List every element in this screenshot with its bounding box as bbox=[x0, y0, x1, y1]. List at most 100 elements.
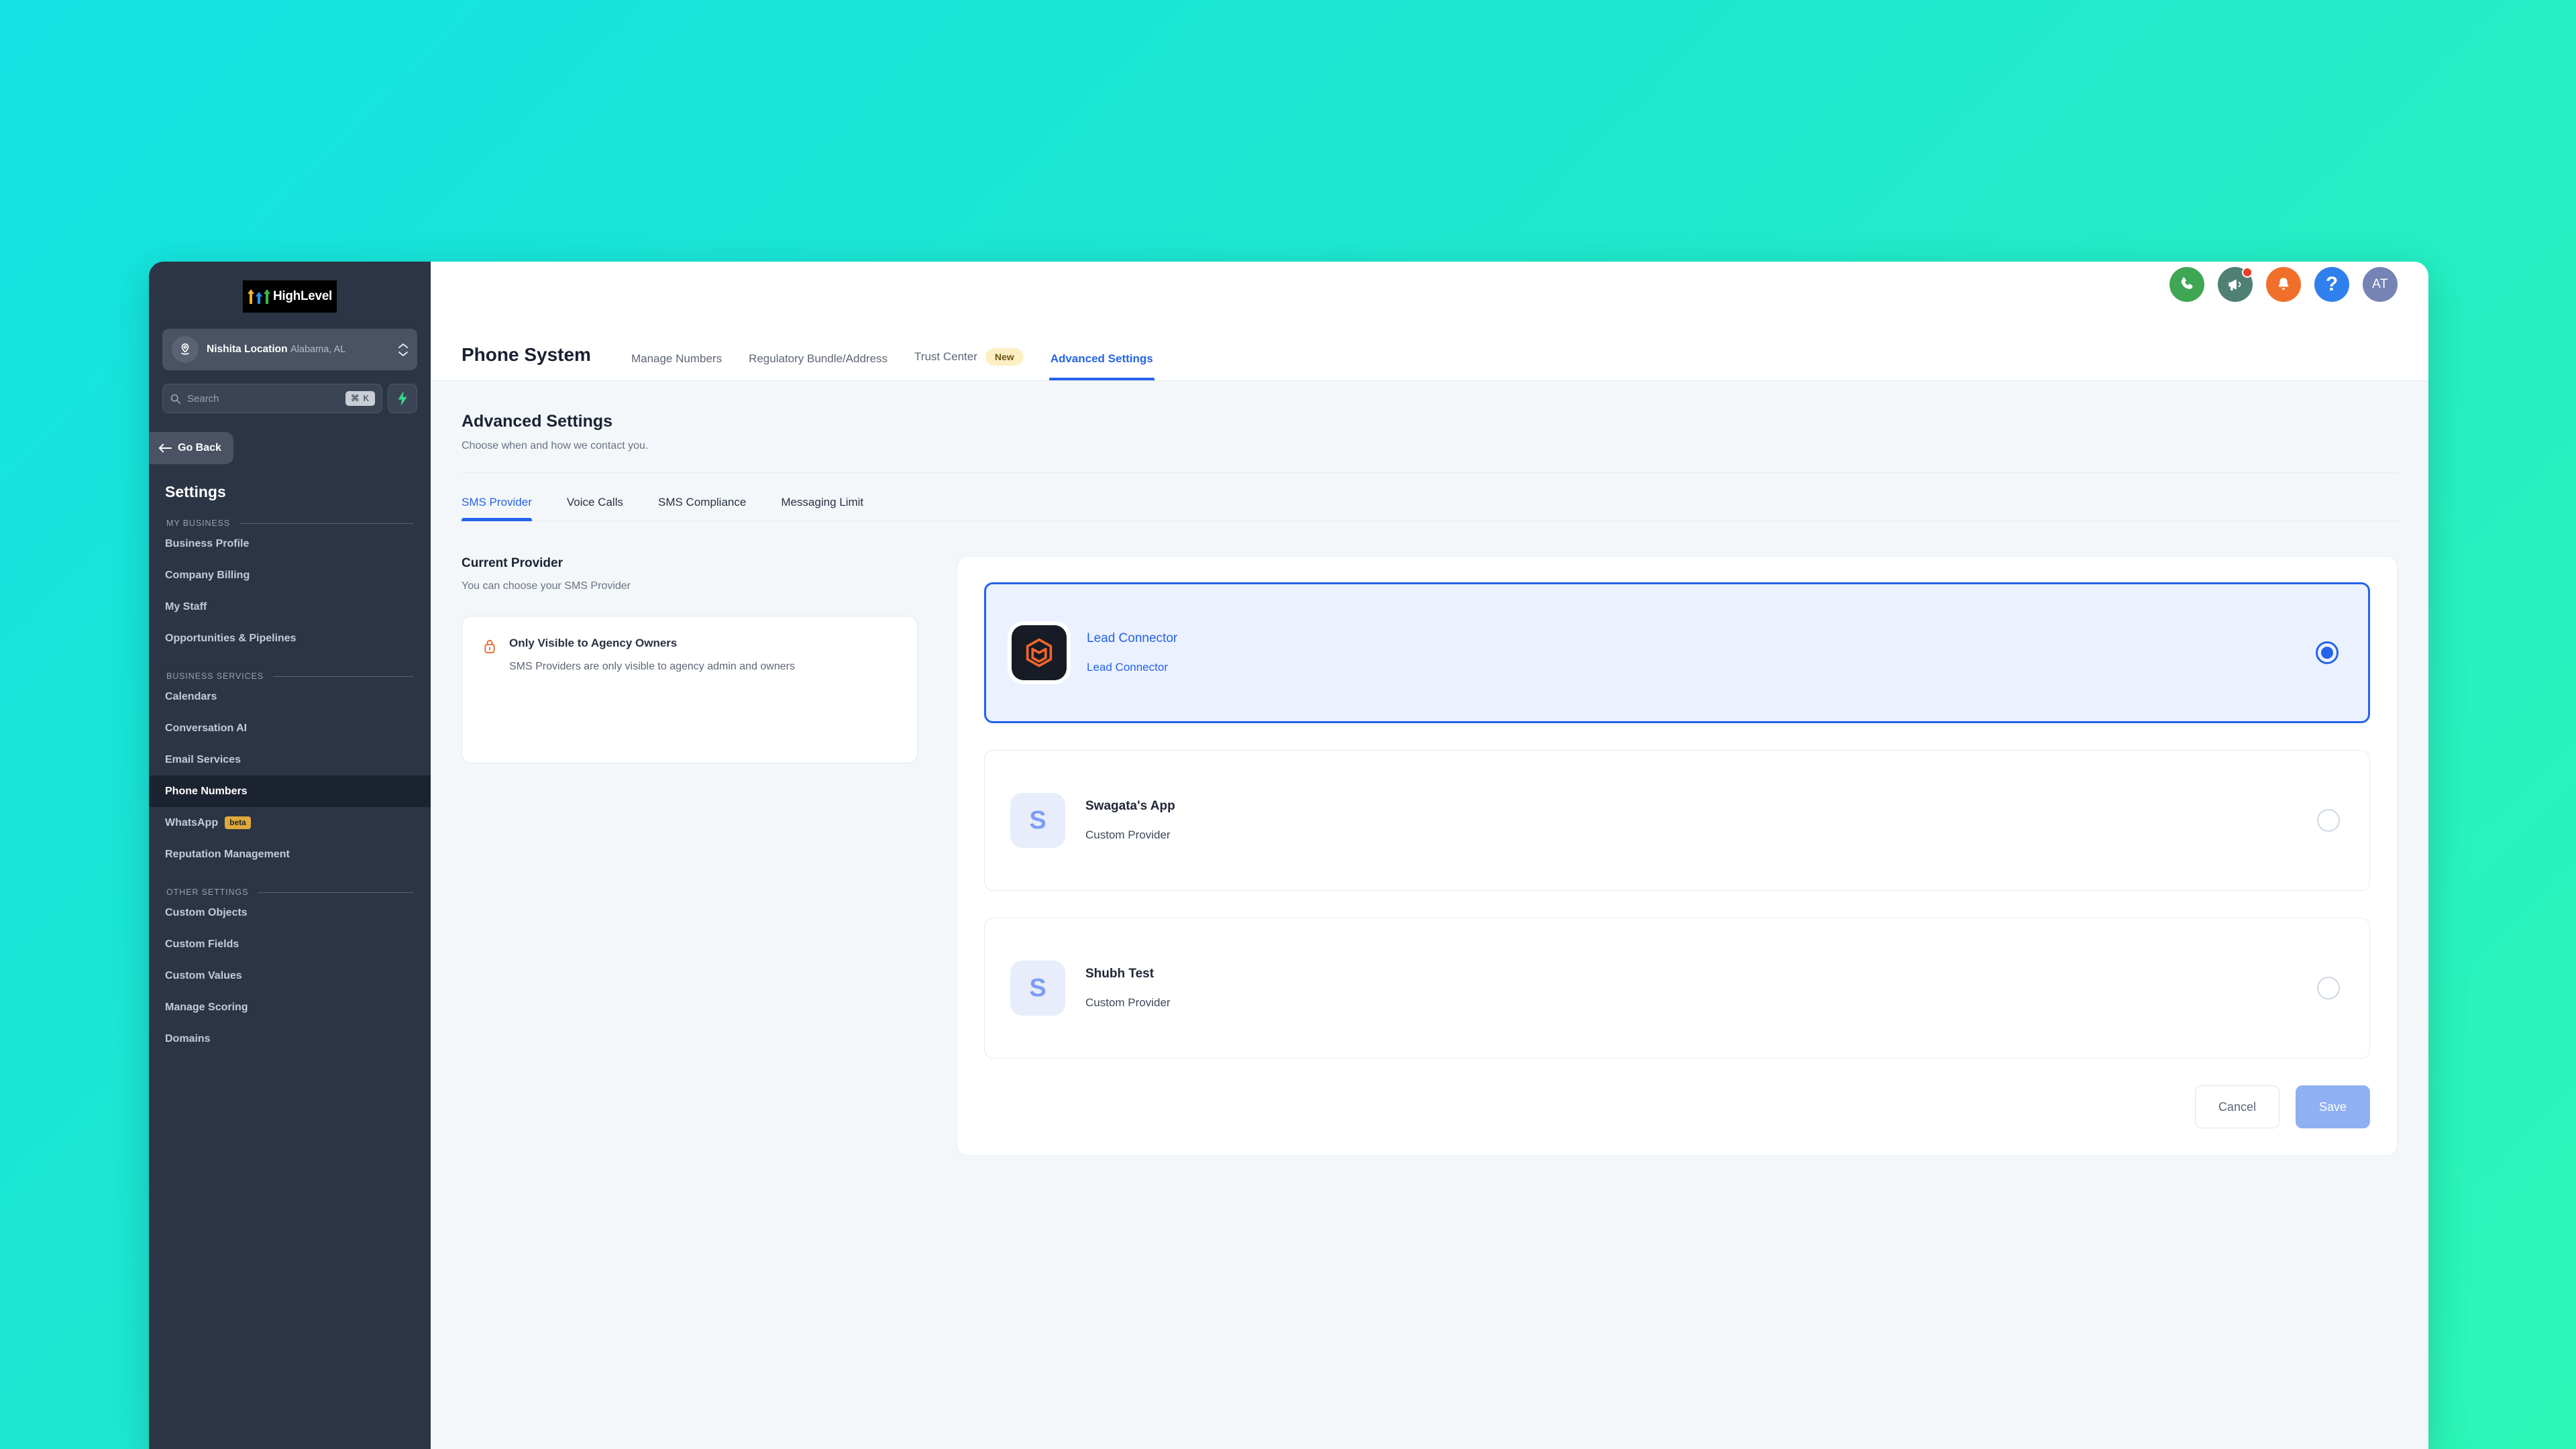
tab-manage-numbers[interactable]: Manage Numbers bbox=[618, 352, 735, 380]
nav-group-label-text: MY BUSINESS bbox=[166, 519, 231, 528]
provider-radio[interactable] bbox=[2317, 809, 2340, 832]
sidebar-item-company-billing[interactable]: Company Billing bbox=[149, 559, 431, 591]
sidebar-item-custom-values[interactable]: Custom Values bbox=[149, 960, 431, 991]
provider-name: Lead Connector bbox=[1087, 631, 1178, 645]
subtab-messaging-limit[interactable]: Messaging Limit bbox=[781, 488, 863, 521]
provider-type: Custom Provider bbox=[1085, 828, 1171, 841]
subtab-sms-provider[interactable]: SMS Provider bbox=[462, 488, 532, 521]
location-switcher[interactable]: Nishita Location Alabama, AL bbox=[162, 329, 417, 370]
provider-texts: Shubh Test Custom Provider bbox=[1085, 967, 2297, 1010]
provider-radio[interactable] bbox=[2317, 977, 2340, 1000]
provider-name: Shubh Test bbox=[1085, 967, 1155, 981]
sidebar-item-custom-objects[interactable]: Custom Objects bbox=[149, 897, 431, 928]
search-input[interactable]: Search ⌘ K bbox=[162, 384, 382, 413]
page-body: Advanced Settings Choose when and how we… bbox=[431, 381, 2428, 1449]
tab-label: Manage Numbers bbox=[631, 352, 722, 365]
provider-layout: Current Provider You can choose your SMS… bbox=[462, 556, 2398, 1156]
arrow-left-icon bbox=[158, 443, 172, 453]
settings-subtabs: SMS Provider Voice Calls SMS Compliance Mes… bbox=[462, 488, 2398, 521]
sidebar-item-label: Phone Numbers bbox=[165, 785, 248, 797]
bell-icon[interactable] bbox=[2266, 267, 2301, 302]
radio-inner-dot bbox=[2321, 647, 2333, 659]
current-provider-title: Current Provider bbox=[462, 556, 563, 570]
topbar: ? AT bbox=[431, 262, 2428, 307]
go-back-wrap: Go Back bbox=[149, 413, 431, 464]
highlevel-arrows-icon bbox=[247, 289, 270, 304]
sidebar-item-email-services[interactable]: Email Services bbox=[149, 744, 431, 775]
sidebar-item-my-staff[interactable]: My Staff bbox=[149, 591, 431, 623]
sidebar-item-opportunities-pipelines[interactable]: Opportunities & Pipelines bbox=[149, 623, 431, 654]
sidebar-item-label: Conversation AI bbox=[165, 722, 248, 734]
save-button[interactable]: Save bbox=[2295, 1085, 2370, 1128]
provider-type: Lead Connector bbox=[1087, 661, 1168, 674]
page-subtitle: Choose when and how we contact you. bbox=[462, 440, 649, 451]
provider-texts: Swagata's App Custom Provider bbox=[1085, 799, 2297, 842]
go-back-button[interactable]: Go Back bbox=[149, 432, 233, 464]
sidebar-item-conversation-ai[interactable]: Conversation AI bbox=[149, 712, 431, 744]
phone-system-tabs: Phone System Manage Numbers Regulatory Bu… bbox=[431, 307, 2428, 381]
tab-advanced-settings[interactable]: Advanced Settings bbox=[1037, 352, 1167, 380]
sidebar-item-label: Manage Scoring bbox=[165, 1001, 248, 1013]
avatar[interactable]: AT bbox=[2363, 267, 2398, 302]
sidebar-item-label: Domains bbox=[165, 1032, 211, 1044]
tab-label: Regulatory Bundle/Address bbox=[749, 352, 888, 365]
provider-avatar: S bbox=[1010, 793, 1065, 848]
provider-avatar-letter: S bbox=[1029, 806, 1046, 835]
cancel-button[interactable]: Cancel bbox=[2194, 1085, 2279, 1128]
sidebar-item-manage-scoring[interactable]: Manage Scoring bbox=[149, 991, 431, 1023]
current-provider-subtitle: You can choose your SMS Provider bbox=[462, 580, 631, 592]
phone-icon[interactable] bbox=[2169, 267, 2204, 302]
beta-badge: beta bbox=[225, 816, 251, 830]
nav-group-label: OTHER SETTINGS bbox=[149, 870, 431, 897]
sidebar-item-label: Company Billing bbox=[165, 569, 250, 581]
lock-icon bbox=[482, 638, 497, 743]
tab-label: Trust Center bbox=[914, 350, 977, 363]
sidebar-item-label: Custom Objects bbox=[165, 906, 248, 918]
content-area: ? AT Phone System Manage Numbers Regulato… bbox=[431, 262, 2428, 1449]
search-icon bbox=[170, 393, 181, 405]
ai-assistant-button[interactable] bbox=[388, 384, 417, 413]
new-badge: New bbox=[985, 348, 1024, 366]
sidebar-item-whatsapp[interactable]: WhatsApp beta bbox=[149, 807, 431, 839]
sidebar-item-reputation-management[interactable]: Reputation Management bbox=[149, 839, 431, 870]
subtab-sms-compliance[interactable]: SMS Compliance bbox=[658, 488, 746, 521]
sidebar-item-custom-fields[interactable]: Custom Fields bbox=[149, 928, 431, 960]
provider-row[interactable]: S Swagata's App Custom Provider bbox=[984, 750, 2370, 891]
sidebar-item-label: Business Profile bbox=[165, 537, 250, 549]
highlevel-logo-box: HighLevel bbox=[243, 280, 337, 313]
sidebar-item-label: Calendars bbox=[165, 690, 217, 702]
current-provider-panel: Current Provider You can choose your SMS… bbox=[462, 556, 918, 1156]
top-tab-list: Manage Numbers Regulatory Bundle/Address T… bbox=[618, 348, 1167, 380]
provider-list: Lead Connector Lead Connector S Swagata's A… bbox=[984, 582, 2370, 1059]
sidebar-nav: MY BUSINESS Business Profile Company Billi… bbox=[149, 501, 431, 1055]
nav-group-rule bbox=[258, 892, 413, 893]
divider bbox=[462, 472, 2398, 473]
provider-type: Custom Provider bbox=[1085, 996, 1171, 1009]
help-icon[interactable]: ? bbox=[2314, 267, 2349, 302]
sidebar-item-business-profile[interactable]: Business Profile bbox=[149, 528, 431, 559]
sidebar-item-label: Email Services bbox=[165, 753, 241, 765]
tab-regulatory-bundle-address[interactable]: Regulatory Bundle/Address bbox=[735, 352, 901, 380]
provider-name: Swagata's App bbox=[1085, 799, 1175, 813]
subtab-voice-calls[interactable]: Voice Calls bbox=[567, 488, 623, 521]
sidebar-item-label: My Staff bbox=[165, 600, 207, 612]
provider-row[interactable]: Lead Connector Lead Connector bbox=[984, 582, 2370, 723]
settings-title: Settings bbox=[165, 483, 226, 500]
notice-text: SMS Providers are only visible to agency… bbox=[509, 661, 795, 672]
megaphone-icon[interactable] bbox=[2218, 267, 2253, 302]
tab-trust-center[interactable]: Trust Center New bbox=[901, 348, 1037, 380]
action-row: Cancel Save bbox=[984, 1085, 2370, 1128]
sidebar-item-calendars[interactable]: Calendars bbox=[149, 681, 431, 712]
notice-title: Only Visible to Agency Owners bbox=[509, 637, 678, 649]
provider-radio[interactable] bbox=[2316, 641, 2339, 664]
provider-row[interactable]: S Shubh Test Custom Provider bbox=[984, 918, 2370, 1059]
location-pin-icon bbox=[172, 336, 199, 363]
sidebar-item-domains[interactable]: Domains bbox=[149, 1023, 431, 1055]
sidebar-item-phone-numbers[interactable]: Phone Numbers bbox=[149, 775, 431, 807]
providers-card: Lead Connector Lead Connector S Swagata's A… bbox=[957, 556, 2398, 1156]
location-sub: Alabama, AL bbox=[290, 344, 346, 356]
logo: HighLevel bbox=[149, 262, 431, 327]
page-title: Advanced Settings bbox=[462, 412, 613, 431]
lightning-icon bbox=[396, 391, 409, 406]
lead-connector-logo-icon bbox=[1012, 625, 1067, 680]
